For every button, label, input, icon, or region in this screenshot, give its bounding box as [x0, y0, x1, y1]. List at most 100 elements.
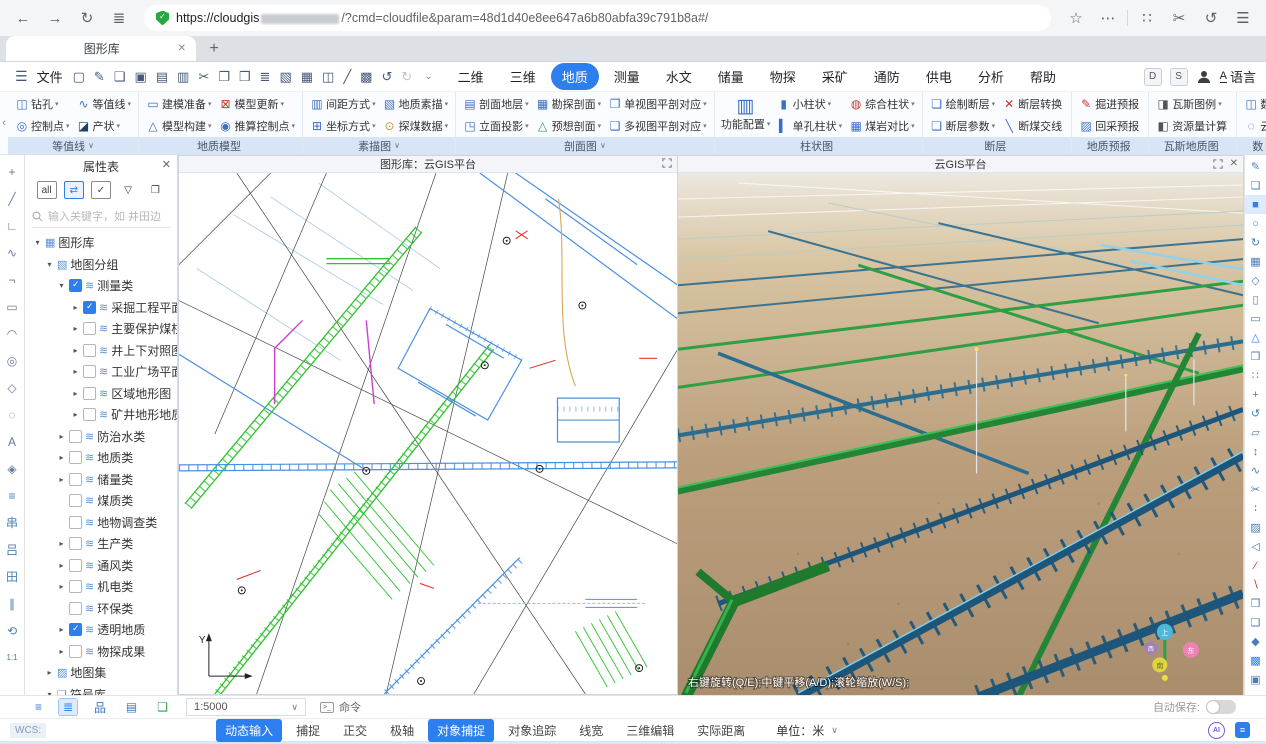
layer-checkbox[interactable] [69, 559, 82, 572]
tree-item[interactable]: ▸ ≋ 透明地质 [25, 619, 177, 641]
ribbon-button[interactable]: ◉推算控制点▾ [216, 115, 299, 136]
ribbon-button[interactable]: ◎控制点▾ [12, 115, 73, 136]
quick-icon[interactable]: ▢ [73, 70, 85, 83]
tree-item[interactable]: ≋ 环保类 [25, 598, 177, 620]
filter-button[interactable]: all [37, 181, 57, 199]
drafting-toggle-button[interactable]: 动态输入 [216, 719, 282, 742]
tool-icon[interactable]: ∷ [1245, 366, 1266, 385]
forward-icon[interactable]: → [42, 5, 68, 31]
tree-expand-arrow[interactable]: ▸ [71, 410, 80, 419]
tool-icon[interactable]: ∶ [1245, 499, 1266, 518]
layer-checkbox[interactable] [83, 408, 96, 421]
screenshot-scissors-icon[interactable]: ✂ [1166, 5, 1192, 31]
sidebar-footer-icon[interactable]: 品 [90, 698, 110, 717]
ribbon-group-label[interactable]: 地质预报 [1072, 137, 1148, 154]
tool-icon[interactable]: + [0, 158, 24, 185]
tool-icon[interactable]: ▯ [1245, 290, 1266, 309]
tree-expand-arrow[interactable]: ▾ [33, 238, 42, 247]
ribbon-button[interactable]: ▨回采预报 [1076, 115, 1144, 136]
more-options-icon[interactable]: ⋯ [1095, 5, 1121, 31]
ribbon-button[interactable]: ❏断层参数▾ [927, 115, 999, 136]
close-icon[interactable]: ✕ [1230, 158, 1238, 169]
tool-icon[interactable]: ▭ [0, 293, 24, 320]
ribbon-button[interactable]: ▧地质素描▾ [380, 93, 452, 114]
ribbon-button[interactable]: ❑多视图平剖对应▾ [605, 115, 710, 136]
tree-item[interactable]: ▾ ≋ 测量类 [25, 275, 177, 297]
ribbon-button[interactable]: ▮小柱状▾ [774, 93, 846, 114]
layer-checkbox[interactable] [69, 602, 82, 615]
filter-button[interactable]: ⇄ [64, 181, 84, 199]
tool-icon[interactable]: + [1245, 385, 1266, 404]
ribbon-group-label[interactable]: 地质模型 [139, 137, 302, 154]
tool-icon[interactable]: ∖ [1245, 575, 1266, 594]
app-menu-icon[interactable]: ☰ [15, 68, 28, 85]
ribbon-button[interactable]: ⊠模型更新▾ [216, 93, 299, 114]
sidebar-footer-icon[interactable]: ≡ [31, 699, 46, 715]
tool-icon[interactable]: ╱ [0, 185, 24, 212]
browser-menu-icon[interactable]: ☰ [1230, 5, 1256, 31]
tool-icon[interactable]: ↺ [1245, 404, 1266, 423]
command-input[interactable]: >_ 命令 [320, 699, 361, 715]
tool-icon[interactable]: ≡ [0, 482, 24, 509]
tree-expand-arrow[interactable]: ▾ [45, 260, 54, 269]
quick-icon[interactable]: ↻ [401, 70, 412, 83]
ribbon-button[interactable]: ◌云 [1241, 115, 1266, 136]
tree-item[interactable]: ▸ ≋ 生产类 [25, 533, 177, 555]
tool-icon[interactable]: ∕ [1245, 556, 1266, 575]
tool-icon[interactable]: ○ [1245, 214, 1266, 233]
tool-icon[interactable]: ■ [1245, 195, 1266, 214]
layer-checkbox[interactable] [69, 580, 82, 593]
tree-item[interactable]: ▸ ≋ 储量类 [25, 469, 177, 491]
tree-item[interactable]: ▸ ≋ 物探成果 [25, 641, 177, 663]
tree-item[interactable]: ≋ 煤质类 [25, 490, 177, 512]
language-button[interactable]: A语言 [1220, 67, 1256, 86]
ribbon-button[interactable]: ∿等值线▾ [74, 93, 135, 114]
ribbon-button[interactable]: ◫钻孔▾ [12, 93, 73, 114]
ribbon-button[interactable]: ◧资源量计算 [1153, 115, 1232, 136]
sidebar-footer-icon[interactable]: ❑ [153, 699, 172, 715]
ribbon-tab[interactable]: 物探 [759, 63, 807, 90]
tree-item[interactable]: ▸ ≋ 地质类 [25, 447, 177, 469]
ribbon-button[interactable]: ⊙探煤数据▾ [380, 115, 452, 136]
ribbon-group-label[interactable]: 等值线∨ [8, 137, 138, 154]
quick-icon[interactable]: ▩ [360, 70, 372, 83]
maximize-icon[interactable] [662, 158, 672, 168]
quick-icon[interactable]: ◫ [322, 70, 334, 83]
ribbon-group-label[interactable]: 剖面图∨ [456, 137, 714, 154]
tab-close-icon[interactable]: ✕ [178, 43, 186, 54]
tree-item[interactable]: ▸ ≋ 矿井地形地质图 [25, 404, 177, 426]
ribbon-scroll-left-icon[interactable]: ‹ [0, 92, 8, 154]
quick-icon[interactable]: ❒ [239, 70, 251, 83]
drafting-toggle-button[interactable]: 对象捕捉 [428, 719, 494, 742]
tree-item[interactable]: ▸ ≋ 区域地形图 [25, 383, 177, 405]
ribbon-tab[interactable]: 通防 [863, 63, 911, 90]
ribbon-tab[interactable]: 地质 [551, 63, 599, 90]
tool-icon[interactable]: ▨ [1245, 518, 1266, 537]
ribbon-button[interactable]: ◨瓦斯图例▾ [1153, 93, 1232, 114]
tool-icon[interactable]: ¬ [0, 266, 24, 293]
tool-icon[interactable]: ❒ [1245, 347, 1266, 366]
tool-icon[interactable]: ↕ [1245, 442, 1266, 461]
tool-icon[interactable]: ❑ [1245, 613, 1266, 632]
drafting-toggle-button[interactable]: 对象追踪 [499, 719, 565, 742]
tree-expand-arrow[interactable]: ▸ [71, 324, 80, 333]
layer-checkbox[interactable] [83, 322, 96, 335]
ribbon-button[interactable]: ╲断煤交线 [999, 115, 1067, 136]
ribbon-group-label[interactable]: 瓦斯地质图 [1149, 137, 1236, 154]
tool-icon[interactable]: A [0, 428, 24, 455]
d-mode-button[interactable]: D [1144, 68, 1162, 86]
layer-checkbox[interactable] [69, 430, 82, 443]
ribbon-button[interactable]: ◳立面投影▾ [460, 115, 532, 136]
tree-expand-arrow[interactable]: ▾ [57, 281, 66, 290]
layer-checkbox[interactable] [69, 494, 82, 507]
layer-checkbox[interactable] [69, 537, 82, 550]
tree-expand-arrow[interactable]: ▸ [57, 453, 66, 462]
tree-item[interactable]: ▸ ≋ 井上下对照图 [25, 340, 177, 362]
layer-checkbox[interactable] [69, 516, 82, 529]
ribbon-button[interactable]: ⊞坐标方式▾ [307, 115, 379, 136]
tree-item[interactable]: ▸ ≋ 工业广场平面图 [25, 361, 177, 383]
tool-icon[interactable]: ◎ [0, 347, 24, 374]
reload-icon[interactable]: ↻ [74, 5, 100, 31]
tool-icon[interactable]: 串 [0, 509, 24, 536]
filter-button[interactable]: ❐ [145, 181, 165, 199]
